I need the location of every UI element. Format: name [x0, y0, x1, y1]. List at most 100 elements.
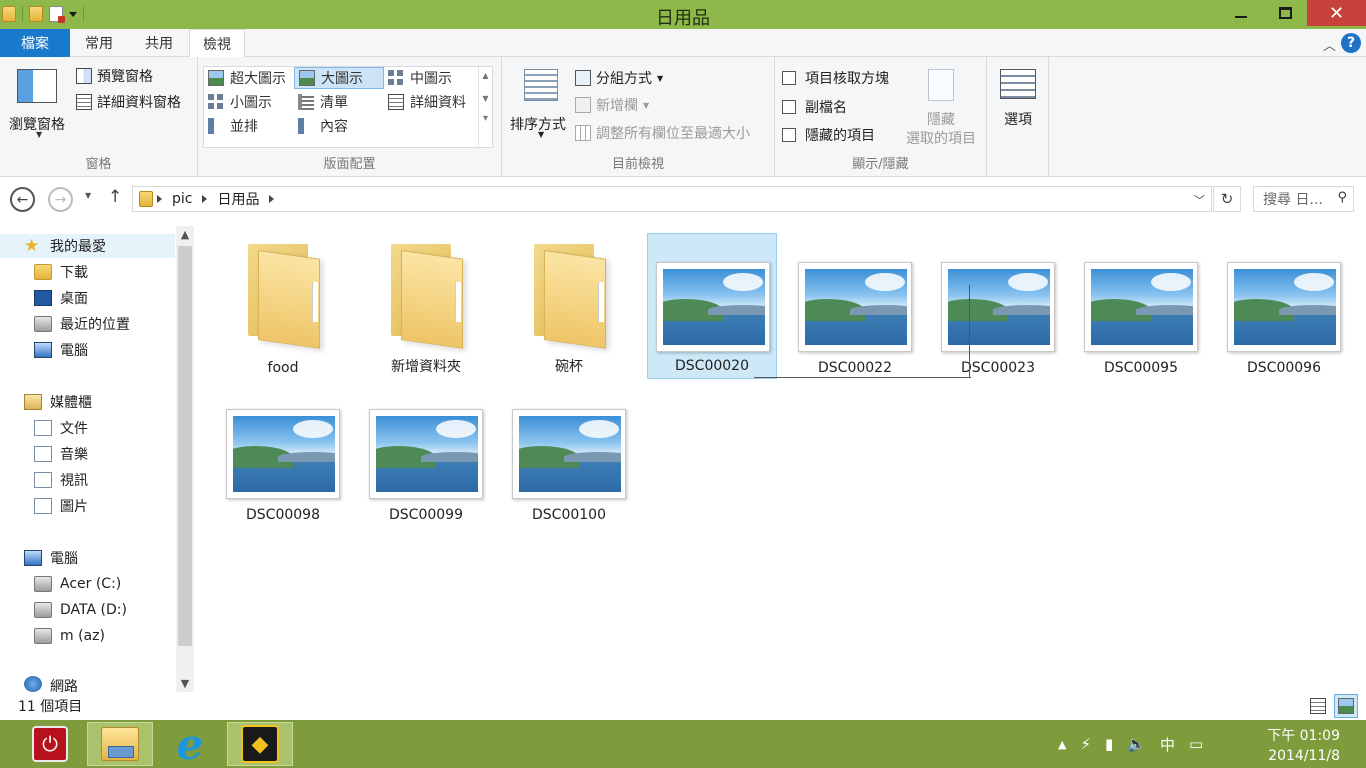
scroll-down-icon[interactable]: ▼: [479, 94, 492, 103]
add-columns-label: 新增欄: [596, 98, 638, 114]
breadcrumb-pic[interactable]: pic: [166, 191, 198, 207]
nav-item-recent[interactable]: 最近的位置: [0, 312, 175, 336]
recent-locations-button[interactable]: ▼: [85, 191, 91, 200]
address-dropdown-icon[interactable]: ﹀: [1194, 192, 1205, 208]
nav-item-music[interactable]: 音樂: [0, 442, 175, 466]
nav-item-documents[interactable]: 文件: [0, 416, 175, 440]
folder-item[interactable]: food: [218, 234, 348, 380]
nav-item-videos[interactable]: 視訊: [0, 468, 175, 492]
details-view-button[interactable]: [1306, 694, 1330, 718]
image-item[interactable]: DSC00023: [933, 234, 1063, 380]
layout-list[interactable]: 清單: [294, 91, 384, 113]
forward-button[interactable]: →: [48, 187, 73, 212]
item-checkboxes-option[interactable]: 項目核取方塊: [782, 68, 889, 88]
scroll-up-icon[interactable]: ▲: [176, 228, 194, 241]
details-pane-button[interactable]: 詳細資料窗格: [76, 92, 181, 112]
action-center-icon[interactable]: ▭: [1189, 735, 1203, 753]
tab-file[interactable]: 檔案: [0, 29, 70, 57]
taskbar-file-explorer[interactable]: [87, 722, 153, 766]
image-item-selected[interactable]: DSC00020: [647, 233, 777, 379]
tab-share[interactable]: 共用: [130, 29, 188, 57]
close-button[interactable]: ✕: [1307, 0, 1366, 26]
network-signal-icon[interactable]: ▮: [1105, 735, 1113, 753]
breadcrumb-separator-icon[interactable]: [157, 195, 162, 203]
navigation-pane-button[interactable]: 瀏覽窗格 ▼: [6, 63, 70, 139]
nav-item-drive-d[interactable]: DATA (D:): [0, 598, 175, 622]
nav-item-label: 桌面: [60, 291, 88, 307]
navigation-pane-scrollbar[interactable]: ▲ ▼: [176, 226, 194, 692]
up-button[interactable]: ↑: [108, 187, 122, 207]
image-item[interactable]: DSC00100: [504, 381, 634, 527]
image-item[interactable]: DSC00095: [1076, 234, 1206, 380]
nav-item-label: 網路: [50, 679, 78, 692]
scroll-down-icon[interactable]: ▼: [176, 677, 194, 690]
large-icons-view-button[interactable]: [1334, 694, 1358, 718]
layout-gallery-scroll[interactable]: ▲ ▼ ▾: [478, 67, 492, 147]
image-thumbnail: [369, 409, 483, 499]
taskbar-app[interactable]: ◆: [227, 722, 293, 766]
preview-pane-button[interactable]: 預覽窗格: [76, 66, 153, 86]
scrollbar-thumb[interactable]: [178, 246, 192, 646]
minimize-button[interactable]: [1219, 0, 1263, 26]
image-item[interactable]: DSC00099: [361, 381, 491, 527]
power-plug-icon[interactable]: ⚡: [1080, 735, 1091, 753]
scroll-up-icon[interactable]: ▲: [479, 71, 492, 80]
file-extensions-checkbox[interactable]: [782, 100, 796, 114]
sort-by-button[interactable]: 排序方式 ▼: [508, 63, 572, 139]
layout-large-icons[interactable]: 大圖示: [294, 67, 384, 89]
hide-selected-button[interactable]: 隱藏 選取的項目: [901, 65, 981, 147]
image-item[interactable]: DSC00096: [1219, 234, 1349, 380]
input-method-indicator[interactable]: 中: [1160, 734, 1175, 755]
options-button[interactable]: 選項: [991, 65, 1045, 141]
group-by-button[interactable]: 分組方式 ▼: [575, 68, 663, 88]
taskbar-internet-explorer[interactable]: e: [157, 720, 223, 768]
breadcrumb-separator-icon[interactable]: [202, 195, 208, 203]
item-checkboxes-checkbox[interactable]: [782, 71, 796, 85]
breadcrumb-separator-icon[interactable]: [269, 195, 275, 203]
help-icon[interactable]: ?: [1341, 33, 1361, 53]
back-button[interactable]: ←: [10, 187, 35, 212]
layout-tiles[interactable]: 並排: [204, 115, 294, 137]
list-icon: [298, 94, 314, 110]
volume-icon[interactable]: 🔈: [1127, 735, 1146, 753]
show-hidden-icons-icon[interactable]: ▲: [1058, 738, 1066, 751]
nav-item-pictures[interactable]: 圖片: [0, 494, 175, 518]
tab-home[interactable]: 常用: [70, 29, 128, 57]
more-icon[interactable]: ▾: [479, 113, 492, 124]
folder-item[interactable]: 新增資料夾: [361, 234, 491, 380]
nav-item-downloads[interactable]: 下載: [0, 260, 175, 284]
add-columns-button[interactable]: 新增欄 ▼: [575, 95, 649, 115]
search-input[interactable]: 搜尋 日... ⚲: [1253, 186, 1354, 212]
file-name: DSC00020: [675, 358, 749, 374]
nav-item-libraries[interactable]: 媒體櫃: [0, 390, 175, 414]
nav-item-desktop[interactable]: 桌面: [0, 286, 175, 310]
collapse-ribbon-icon[interactable]: ︿: [1323, 35, 1336, 54]
tab-view[interactable]: 檢視: [189, 29, 245, 58]
image-thumbnail: [1227, 262, 1341, 352]
hidden-items-option[interactable]: 隱藏的項目: [782, 125, 875, 145]
refresh-button[interactable]: ↻: [1213, 186, 1241, 212]
image-item[interactable]: DSC00098: [218, 381, 348, 527]
layout-small-icons[interactable]: 小圖示: [204, 91, 294, 113]
layout-medium-icons[interactable]: 中圖示: [384, 67, 478, 89]
maximize-button[interactable]: [1263, 0, 1307, 26]
layout-details[interactable]: 詳細資料: [384, 91, 478, 113]
file-extensions-option[interactable]: 副檔名: [782, 97, 847, 117]
layout-content[interactable]: 內容: [294, 115, 384, 137]
folder-item[interactable]: 碗杯: [504, 234, 634, 380]
nav-item-network[interactable]: 網路: [0, 676, 175, 692]
nav-item-drive-m[interactable]: m (az): [0, 624, 175, 648]
layout-item-label: 詳細資料: [410, 95, 466, 111]
image-item[interactable]: DSC00022: [790, 234, 920, 380]
nav-item-computer[interactable]: 電腦: [0, 546, 175, 570]
nav-item-computer-favorite[interactable]: 電腦: [0, 338, 175, 362]
breadcrumb-current[interactable]: 日用品: [211, 189, 265, 209]
size-columns-button[interactable]: 調整所有欄位至最適大小: [575, 123, 750, 143]
clock[interactable]: 下午 01:09 2014/11/8: [1267, 726, 1340, 766]
hidden-items-checkbox[interactable]: [782, 128, 796, 142]
taskbar-power-app[interactable]: ⏻: [17, 722, 83, 766]
nav-item-favorites[interactable]: ★ 我的最愛: [0, 234, 175, 258]
nav-item-drive-c[interactable]: Acer (C:): [0, 572, 175, 596]
layout-extra-large-icons[interactable]: 超大圖示: [204, 67, 294, 89]
address-box[interactable]: pic 日用品 ﹀: [132, 186, 1212, 212]
